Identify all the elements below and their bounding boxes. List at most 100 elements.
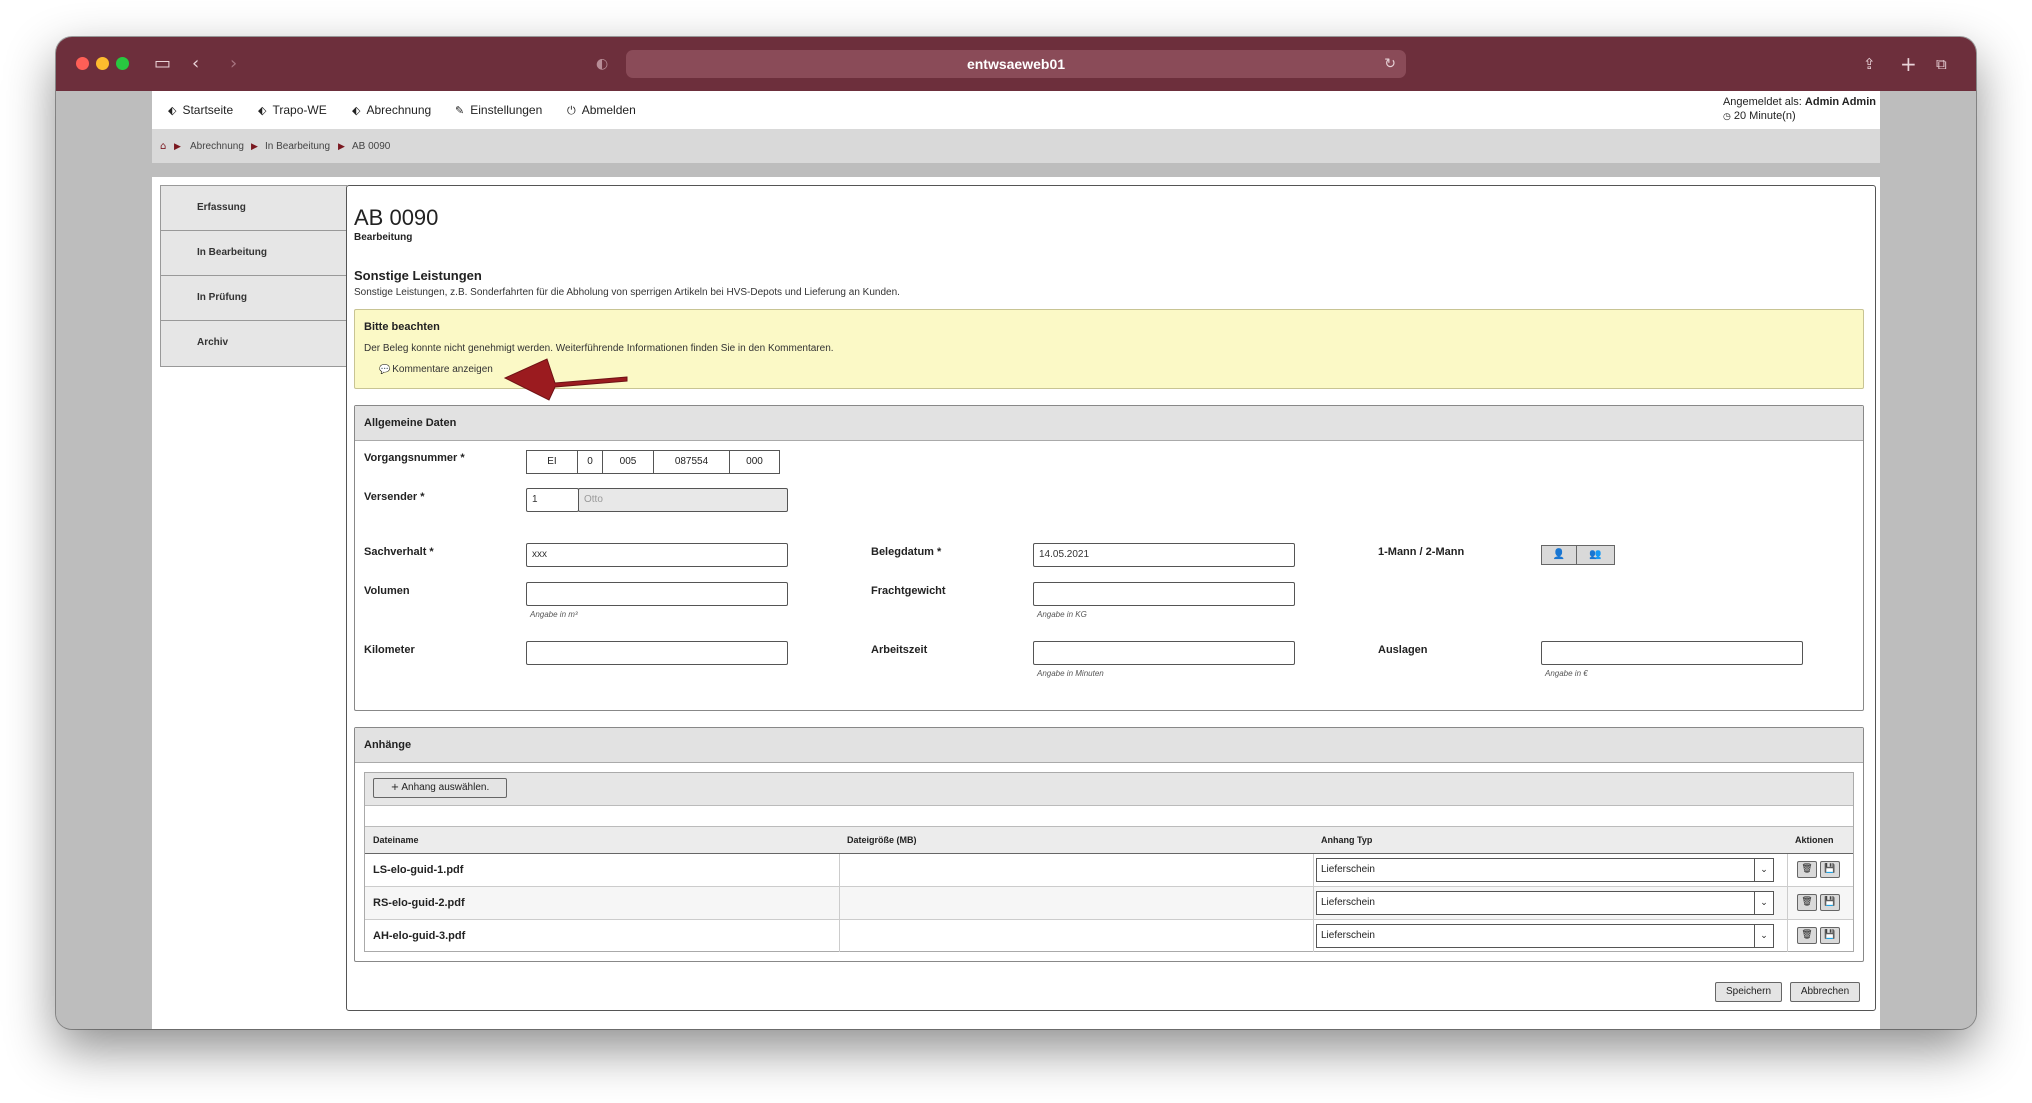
share-icon[interactable]: ⇪ <box>1863 51 1876 77</box>
breadcrumb-item[interactable]: In Bearbeitung <box>265 141 330 152</box>
breadcrumb-item[interactable]: Abrechnung <box>190 141 244 152</box>
sidebar-item-in-pruefung[interactable]: In Prüfung <box>161 276 347 321</box>
belegdatum-label: Belegdatum * <box>871 546 942 558</box>
show-comments-label: Kommentare anzeigen <box>392 364 493 375</box>
kilometer-field[interactable] <box>526 641 788 665</box>
sidebar-item-in-bearbeitung[interactable]: In Bearbeitung <box>161 231 347 276</box>
vorgangsnummer-label: Vorgangsnummer * <box>364 452 465 464</box>
divider <box>839 854 840 886</box>
nav-abmelden[interactable]: ⏻ Abmelden <box>567 103 636 118</box>
login-label: Angemeldet als: <box>1722 96 1802 108</box>
home-icon[interactable]: ⌂ <box>160 141 166 152</box>
spacer <box>152 163 1880 177</box>
cancel-button[interactable]: Abbrechen <box>1790 982 1860 1002</box>
auslagen-hint: Angabe in € <box>1545 669 1588 678</box>
tag-icon: ⬖ <box>258 104 267 117</box>
add-attachment-label: Anhang auswählen. <box>401 782 490 793</box>
clock-icon: ◷ <box>1722 112 1731 122</box>
trash-icon[interactable]: 🗑 <box>1797 861 1817 878</box>
frachtgewicht-field[interactable] <box>1033 582 1295 606</box>
save-icon[interactable]: 💾 <box>1820 927 1840 944</box>
column-header[interactable]: Dateiname <box>373 835 419 845</box>
attachment-type-select[interactable]: Lieferschein ⌄ <box>1316 858 1774 882</box>
table-row: RS-elo-guid-2.pdf Lieferschein ⌄ 🗑 💾 <box>365 887 1853 920</box>
two-person-toggle-icon[interactable]: 👥 <box>1576 545 1615 565</box>
plus-icon: + <box>390 782 400 793</box>
sidebar-toggle-icon[interactable]: ▭ <box>154 51 171 77</box>
chevron-down-icon[interactable]: ⌄ <box>1754 925 1773 947</box>
spacer <box>365 806 1853 827</box>
add-attachment-button[interactable]: + Anhang auswählen. <box>373 778 507 798</box>
nav-trapo-we[interactable]: ⬖ Trapo-WE <box>258 103 327 117</box>
attachment-type-value: Lieferschein <box>1321 864 1375 875</box>
divider <box>1313 854 1314 886</box>
nav-label: Startseite <box>182 103 234 117</box>
show-comments-link[interactable]: 💬 Kommentare anzeigen <box>379 364 493 375</box>
section-description: Sonstige Leistungen, z.B. Sonderfahrten … <box>354 287 900 298</box>
back-icon[interactable]: ‹ <box>192 51 199 77</box>
sachverhalt-field[interactable]: xxx <box>526 543 788 567</box>
sidebar-item-erfassung[interactable]: Erfassung <box>161 186 347 231</box>
power-icon: ⏻ <box>567 104 576 117</box>
save-icon[interactable]: 💾 <box>1820 894 1840 911</box>
sachverhalt-label: Sachverhalt * <box>364 546 434 558</box>
session-time: 20 Minute(n) <box>1733 110 1796 122</box>
arbeitszeit-label: Arbeitszeit <box>871 644 928 656</box>
nav-label: Abrechnung <box>366 103 432 117</box>
tab-overview-icon[interactable]: ⧉ <box>1936 51 1947 77</box>
frachtgewicht-hint: Angabe in KG <box>1037 610 1087 619</box>
belegdatum-field[interactable]: 14.05.2021 <box>1033 543 1295 567</box>
forward-icon[interactable]: › <box>230 51 237 77</box>
browser-titlebar: ▭ ‹ › ◐ entwsaeweb01 ↻ ⇪ + ⧉ <box>56 37 1976 91</box>
vorgangsnummer-part-3[interactable]: 005 <box>602 450 654 474</box>
save-icon[interactable]: 💾 <box>1820 861 1840 878</box>
trash-icon[interactable]: 🗑 <box>1797 927 1817 944</box>
divider <box>839 887 840 919</box>
reload-icon[interactable]: ↻ <box>1384 50 1396 78</box>
chevron-down-icon[interactable]: ⌄ <box>1754 859 1773 881</box>
auslagen-field[interactable] <box>1541 641 1803 665</box>
content-area: Erfassung In Bearbeitung In Prüfung Arch… <box>152 177 1880 1029</box>
divider <box>1787 887 1788 919</box>
auslagen-label: Auslagen <box>1378 644 1428 656</box>
address-bar-url: entwsaeweb01 <box>966 56 1066 72</box>
attachment-type-value: Lieferschein <box>1321 930 1375 941</box>
zoom-window-button[interactable] <box>116 57 129 70</box>
column-header[interactable]: Anhang Typ <box>1321 835 1372 845</box>
nav-startseite[interactable]: ⬖ Startseite <box>168 103 233 117</box>
trash-icon[interactable]: 🗑 <box>1797 894 1817 911</box>
vorgangsnummer-part-5[interactable]: 000 <box>729 450 780 474</box>
panel-heading: Anhänge <box>355 728 1863 763</box>
kilometer-label: Kilometer <box>364 644 415 656</box>
login-info: Angemeldet als: Admin Admin ◷ 20 Minute(… <box>1723 95 1876 124</box>
attachment-type-select[interactable]: Lieferschein ⌄ <box>1316 924 1774 948</box>
column-header[interactable]: Dateigröße (MB) <box>847 835 917 845</box>
notice-box: Bitte beachten Der Beleg konnte nicht ge… <box>354 309 1864 389</box>
vorgangsnummer-part-1[interactable]: EI <box>526 450 578 474</box>
versender-id-field[interactable]: 1 <box>526 488 579 512</box>
nav-abrechnung[interactable]: ⬖ Abrechnung <box>352 103 431 117</box>
volumen-field[interactable] <box>526 582 788 606</box>
vorgangsnummer-part-2[interactable]: 0 <box>577 450 603 474</box>
sidebar-item-archiv[interactable]: Archiv <box>161 321 347 366</box>
attachment-type-select[interactable]: Lieferschein ⌄ <box>1316 891 1774 915</box>
table-header: Dateiname Dateigröße (MB) Anhang Typ Akt… <box>365 827 1853 854</box>
new-tab-icon[interactable]: + <box>1900 51 1917 77</box>
address-bar[interactable]: entwsaeweb01 ↻ <box>626 50 1406 78</box>
chevron-down-icon[interactable]: ⌄ <box>1754 892 1773 914</box>
nav-einstellungen[interactable]: ✎ Einstellungen <box>455 103 542 117</box>
nav-label: Abmelden <box>581 103 636 117</box>
save-button[interactable]: Speichern <box>1715 982 1782 1002</box>
vorgangsnummer-part-4[interactable]: 087554 <box>653 450 730 474</box>
web-page: ⬖ Startseite ⬖ Trapo-WE ⬖ Abrechnung ✎ Einst… <box>152 91 1880 1029</box>
one-person-toggle-icon[interactable]: 👤 <box>1541 545 1577 565</box>
attachments-panel: Anhänge + Anhang auswählen. Dateiname Da… <box>354 727 1864 962</box>
mann-label: 1-Mann / 2-Mann <box>1378 546 1465 558</box>
arbeitszeit-field[interactable] <box>1033 641 1295 665</box>
login-user: Admin Admin <box>1804 96 1876 108</box>
minimize-window-button[interactable] <box>96 57 109 70</box>
divider <box>839 920 840 952</box>
attachments-toolbar: + Anhang auswählen. <box>365 773 1853 806</box>
versender-label: Versender * <box>364 491 425 503</box>
close-window-button[interactable] <box>76 57 89 70</box>
